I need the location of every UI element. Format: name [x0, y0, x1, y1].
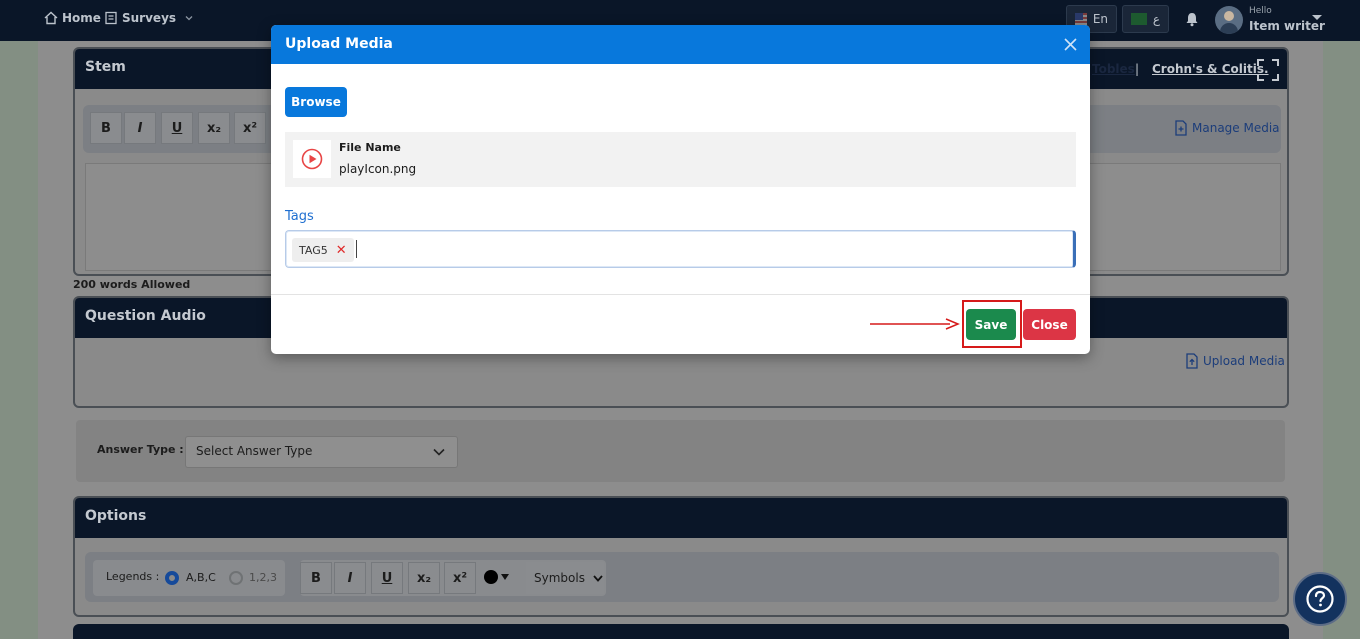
file-row: File Name playIcon.png [285, 132, 1076, 187]
bell-icon[interactable] [1184, 11, 1200, 27]
color-swatch-icon [484, 570, 498, 584]
browse-button[interactable]: Browse [285, 87, 347, 117]
answer-type-select[interactable]: Select Answer Type [185, 436, 458, 468]
file-name-value: playIcon.png [339, 162, 417, 176]
chevron-down-icon [593, 574, 603, 582]
bold-button[interactable]: B [90, 112, 122, 144]
word-limit-text: 200 words Allowed [73, 278, 191, 291]
user-menu-caret-icon[interactable] [1311, 13, 1323, 23]
italic-button[interactable]: I [124, 112, 156, 144]
language-ar-label: ع [1152, 12, 1160, 26]
underline-button[interactable]: U [161, 112, 193, 144]
language-ar-button[interactable]: ع [1122, 5, 1169, 33]
left-gutter [0, 41, 38, 639]
saudi-flag-icon [1131, 13, 1147, 25]
answer-type-label: Answer Type : [97, 443, 184, 456]
close-button[interactable]: Close [1023, 309, 1076, 340]
file-name-label: File Name [339, 141, 401, 154]
answer-type-row: Answer Type : Select Answer Type [76, 420, 1285, 482]
file-thumbnail [293, 140, 331, 178]
stem-title: Stem [85, 59, 126, 75]
answer-type-placeholder: Select Answer Type [196, 444, 313, 458]
question-audio-title: Question Audio [85, 308, 206, 324]
text-color-picker[interactable] [484, 570, 509, 584]
upload-media-label: Upload Media [1203, 354, 1285, 368]
modal-title: Upload Media [285, 36, 393, 52]
stem-link-crohns[interactable]: Crohn's & Colitis. [1152, 62, 1269, 76]
fullscreen-icon[interactable] [1256, 58, 1280, 82]
manage-media-label: Manage Media [1192, 121, 1280, 135]
user-avatar[interactable] [1215, 6, 1243, 34]
options-title: Options [85, 508, 147, 524]
stem-link-tobles[interactable]: Tobles [1092, 62, 1135, 76]
stem-link-separator: | [1135, 62, 1140, 76]
chevron-down-icon [433, 448, 445, 456]
play-icon [301, 148, 323, 170]
symbols-dropdown[interactable]: Symbols [526, 562, 604, 594]
language-en-label: En [1092, 12, 1108, 26]
legend-123-radio[interactable] [229, 571, 243, 585]
options-underline-button[interactable]: U [371, 562, 403, 594]
modal-footer-divider [271, 294, 1090, 295]
options-header: Options [75, 498, 1287, 538]
nav-home-label: Home [62, 11, 101, 25]
tag-chip-label: TAG5 [299, 243, 328, 257]
annotation-highlight-box [962, 300, 1022, 348]
nav-surveys[interactable]: Surveys [104, 11, 194, 25]
options-italic-button[interactable]: I [334, 562, 366, 594]
home-icon [44, 11, 58, 25]
tags-input[interactable]: TAG5 ✕ [285, 230, 1076, 268]
legend-abc-label: A,B,C [186, 571, 216, 584]
legend-abc-radio[interactable] [165, 571, 179, 585]
question-circle-icon [1306, 585, 1334, 613]
annotation-arrow [870, 318, 960, 330]
help-button[interactable] [1293, 572, 1347, 626]
nav-surveys-label: Surveys [122, 11, 177, 25]
right-gutter [1323, 41, 1360, 639]
options-superscript-button[interactable]: x² [444, 562, 476, 594]
manage-media-link[interactable]: Manage Media [1174, 120, 1280, 136]
subscript-button[interactable]: x₂ [198, 112, 230, 144]
legend-123-label: 1,2,3 [249, 571, 277, 584]
upload-media-link[interactable]: Upload Media [1185, 353, 1285, 369]
modal-header: Upload Media [271, 25, 1090, 64]
remove-tag-icon[interactable]: ✕ [336, 243, 347, 258]
file-upload-icon [1186, 353, 1198, 369]
next-card-header [73, 624, 1289, 639]
file-plus-icon [1175, 120, 1187, 136]
nav-home[interactable]: Home [44, 11, 101, 25]
survey-icon [105, 11, 117, 25]
legends-label: Legends : [106, 570, 160, 583]
options-bold-button[interactable]: B [300, 562, 332, 594]
superscript-button[interactable]: x² [234, 112, 266, 144]
symbols-label: Symbols [534, 571, 585, 585]
greeting-text: Hello [1249, 6, 1272, 16]
text-cursor [356, 240, 357, 258]
us-flag-icon [1075, 13, 1087, 25]
close-icon[interactable] [1062, 36, 1079, 53]
options-card: Options Legends : A,B,C 1,2,3 B I U x₂ x… [73, 496, 1289, 617]
tag-chip: TAG5 ✕ [292, 238, 354, 262]
options-subscript-button[interactable]: x₂ [408, 562, 440, 594]
tags-label: Tags [285, 209, 314, 224]
chevron-down-icon [185, 16, 193, 21]
caret-down-icon [501, 574, 509, 580]
legends-group: Legends : A,B,C 1,2,3 [93, 560, 285, 596]
